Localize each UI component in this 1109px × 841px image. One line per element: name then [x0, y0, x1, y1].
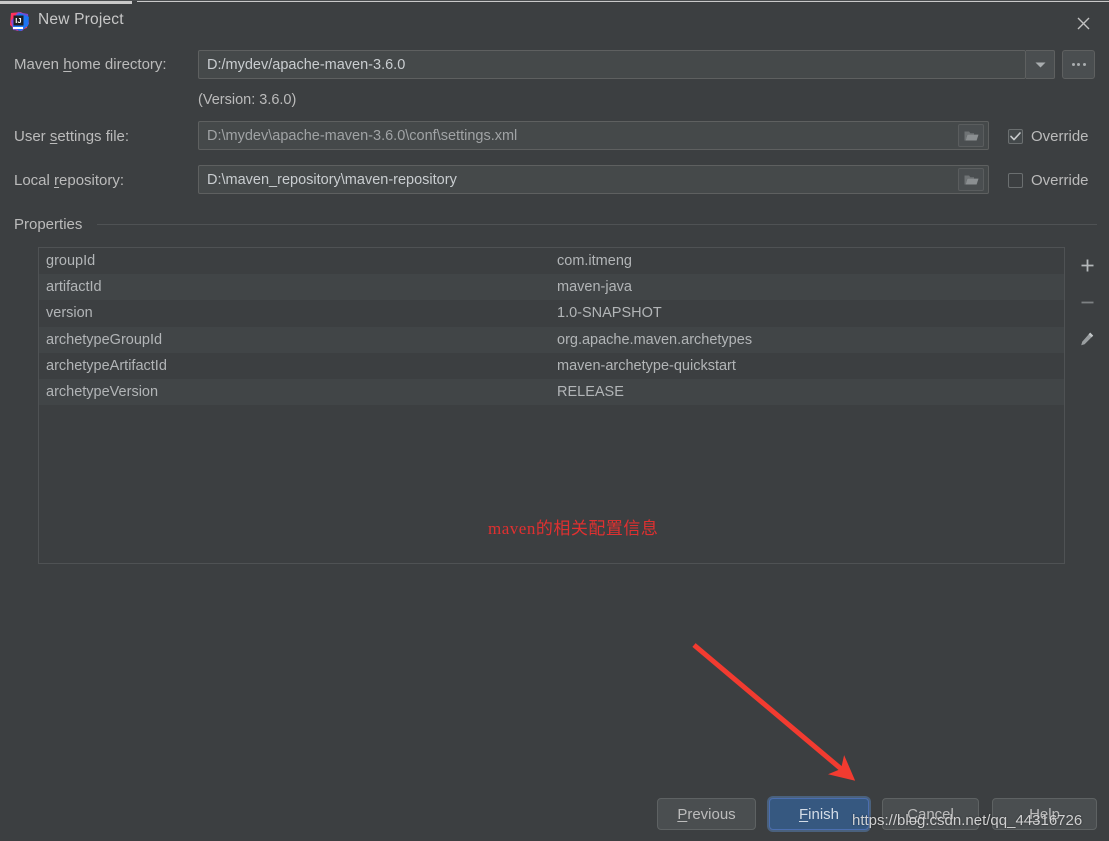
- table-row[interactable]: archetypeVersion RELEASE: [39, 378, 1064, 406]
- local-repository-input[interactable]: D:\maven_repository\maven-repository: [198, 165, 989, 194]
- property-key: version: [46, 305, 93, 322]
- maven-home-browse-button[interactable]: [1062, 50, 1095, 79]
- svg-text:IJ: IJ: [15, 16, 21, 25]
- dialog-titlebar: IJ New Project: [0, 4, 1109, 38]
- property-key: artifactId: [46, 279, 102, 296]
- local-repository-override-checkbox[interactable]: Override: [1008, 172, 1089, 189]
- properties-group-separator: [97, 224, 1097, 225]
- watermark-text: https://blog.csdn.net/qq_44316726: [852, 812, 1083, 829]
- property-key: archetypeArtifactId: [46, 357, 167, 374]
- maven-version-note: (Version: 3.6.0): [198, 92, 297, 108]
- property-value: com.itmeng: [557, 253, 632, 270]
- property-value: RELEASE: [557, 384, 624, 401]
- pencil-icon[interactable]: [1073, 327, 1101, 351]
- new-project-dialog: IJ New Project Maven home directory: D:/…: [0, 0, 1109, 841]
- property-value: maven-java: [557, 279, 632, 296]
- previous-button[interactable]: Previous: [657, 798, 756, 830]
- properties-table-toolbar: [1065, 247, 1109, 564]
- folder-icon[interactable]: [958, 168, 984, 191]
- table-row[interactable]: groupId com.itmeng: [39, 248, 1064, 274]
- local-repository-label: Local repository:: [14, 172, 125, 189]
- maven-home-input[interactable]: D:/mydev/apache-maven-3.6.0: [198, 50, 1026, 79]
- property-value: maven-archetype-quickstart: [557, 357, 736, 374]
- table-row[interactable]: archetypeArtifactId maven-archetype-quick…: [39, 353, 1064, 379]
- close-icon[interactable]: [1065, 8, 1101, 38]
- table-row[interactable]: version 1.0-SNAPSHOT: [39, 300, 1064, 326]
- minus-icon[interactable]: [1073, 290, 1101, 314]
- folder-icon[interactable]: [958, 124, 984, 147]
- property-value: org.apache.maven.archetypes: [557, 331, 753, 348]
- property-key: archetypeGroupId: [46, 331, 163, 348]
- checkbox-unchecked-icon: [1008, 173, 1023, 188]
- property-key: groupId: [46, 253, 96, 270]
- table-row[interactable]: archetypeGroupId org.apache.maven.archety…: [39, 326, 1064, 353]
- property-key: archetypeVersion: [46, 384, 159, 401]
- override-label: Override: [1031, 128, 1089, 145]
- annotation-text: maven的相关配置信息: [488, 519, 659, 538]
- user-settings-override-checkbox[interactable]: Override: [1008, 128, 1089, 145]
- user-settings-input[interactable]: D:\mydev\apache-maven-3.6.0\conf\setting…: [198, 121, 989, 150]
- property-value: 1.0-SNAPSHOT: [557, 305, 662, 322]
- override-label: Override: [1031, 172, 1089, 189]
- user-settings-label: User settings file:: [14, 128, 130, 145]
- properties-group-label: Properties: [14, 216, 83, 233]
- checkbox-checked-icon: [1008, 129, 1023, 144]
- dialog-title: New Project: [38, 11, 124, 28]
- intellij-idea-logo-icon: IJ: [8, 11, 30, 33]
- maven-home-label: Maven home directory:: [14, 56, 167, 73]
- table-row[interactable]: artifactId maven-java: [39, 274, 1064, 301]
- plus-icon[interactable]: [1073, 253, 1101, 277]
- chevron-down-icon[interactable]: [1026, 50, 1055, 79]
